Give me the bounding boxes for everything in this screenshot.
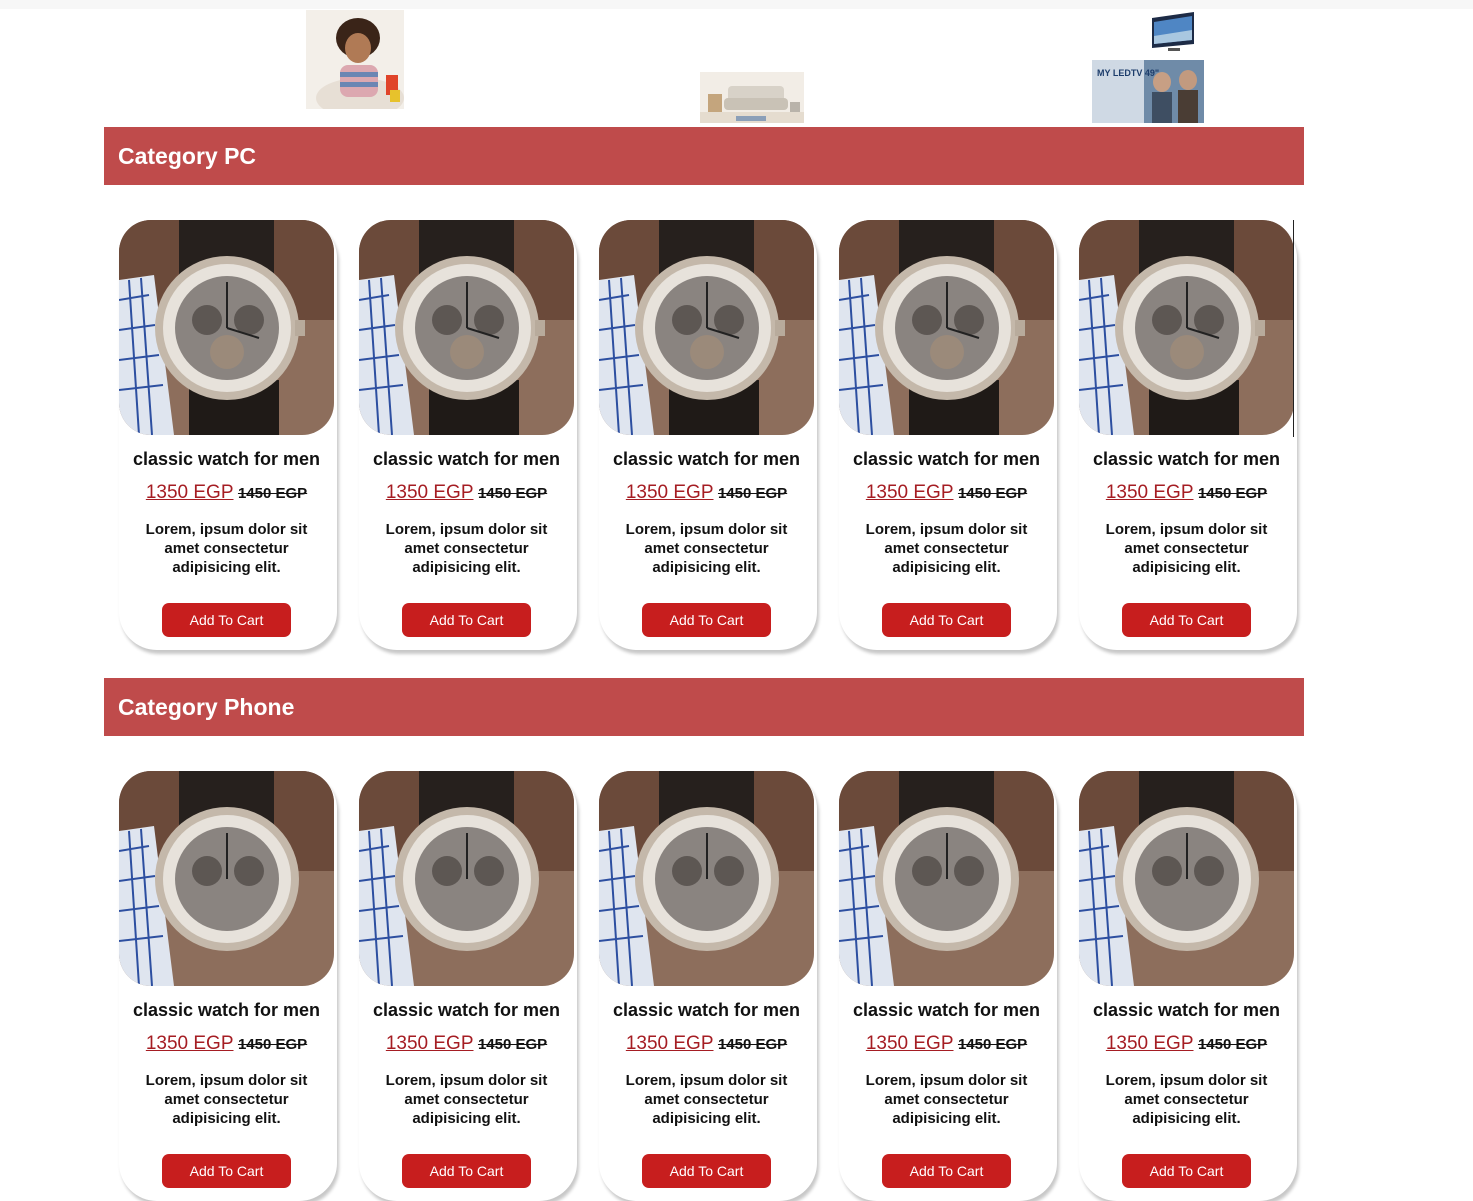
product-card: classic watch for men 1350 EGP 1450 EGP … [359,771,577,1201]
watch-image[interactable] [1079,220,1294,435]
price-current: 1350 EGP [145,1033,234,1054]
product-title: classic watch for men [852,1000,1041,1020]
product-card: classic watch for men 1350 EGP 1450 EGP … [839,220,1057,650]
product-price: 1350 EGP 1450 EGP [839,482,1054,504]
product-title: classic watch for men [1092,1000,1281,1020]
add-to-cart-button[interactable]: Add To Cart [1122,1154,1251,1188]
price-old: 1450 EGP [1197,485,1268,502]
add-to-cart-button[interactable]: Add To Cart [642,603,771,637]
product-card: classic watch for men 1350 EGP 1450 EGP … [359,220,577,650]
tv-banner[interactable] [1150,10,1196,55]
watch-image[interactable] [359,220,574,435]
price-old: 1450 EGP [717,485,788,502]
top-strip [0,0,1473,9]
product-price: 1350 EGP 1450 EGP [359,482,574,504]
price-old: 1450 EGP [237,1036,308,1053]
price-current: 1350 EGP [625,482,714,503]
add-to-cart-button[interactable]: Add To Cart [402,603,531,637]
product-card: classic watch for men 1350 EGP 1450 EGP … [1079,220,1297,650]
price-old: 1450 EGP [1197,1036,1268,1053]
product-description: Lorem, ipsum dolor sit amet consectetur … [1105,1072,1268,1127]
product-title: classic watch for men [612,449,801,469]
product-price: 1350 EGP 1450 EGP [359,1033,574,1055]
product-description: Lorem, ipsum dolor sit amet consectetur … [145,1072,308,1127]
price-current: 1350 EGP [385,1033,474,1054]
price-old: 1450 EGP [237,485,308,502]
product-description: Lorem, ipsum dolor sit amet consectetur … [385,521,548,576]
product-price: 1350 EGP 1450 EGP [119,482,334,504]
product-price: 1350 EGP 1450 EGP [1079,1033,1294,1055]
product-description: Lorem, ipsum dolor sit amet consectetur … [625,521,788,576]
product-title: classic watch for men [852,449,1041,469]
price-current: 1350 EGP [1105,1033,1194,1054]
product-description: Lorem, ipsum dolor sit amet consectetur … [145,521,308,576]
sofa-banner[interactable] [700,72,804,123]
product-card: classic watch for men 1350 EGP 1450 EGP … [599,220,817,650]
add-to-cart-button[interactable]: Add To Cart [1122,603,1251,637]
product-title: classic watch for men [372,449,561,469]
add-to-cart-button[interactable]: Add To Cart [882,1154,1011,1188]
product-title: classic watch for men [1092,449,1281,469]
product-price: 1350 EGP 1450 EGP [839,1033,1054,1055]
watch-image[interactable] [599,771,814,986]
product-description: Lorem, ipsum dolor sit amet consectetur … [385,1072,548,1127]
add-to-cart-button[interactable]: Add To Cart [162,603,291,637]
watch-image[interactable] [359,771,574,986]
price-old: 1450 EGP [957,1036,1028,1053]
watch-image[interactable] [119,771,334,986]
add-to-cart-button[interactable]: Add To Cart [162,1154,291,1188]
watch-image[interactable] [119,220,334,435]
product-card: classic watch for men 1350 EGP 1450 EGP … [839,771,1057,1201]
add-to-cart-button[interactable]: Add To Cart [402,1154,531,1188]
price-current: 1350 EGP [385,482,474,503]
price-current: 1350 EGP [865,482,954,503]
product-price: 1350 EGP 1450 EGP [599,1033,814,1055]
scroll-edge-divider [1293,220,1294,437]
product-description: Lorem, ipsum dolor sit amet consectetur … [625,1072,788,1127]
ledtv-banner[interactable]: MY LEDTV 49" [1092,60,1204,123]
price-old: 1450 EGP [477,485,548,502]
price-old: 1450 EGP [477,1036,548,1053]
product-title: classic watch for men [132,449,321,469]
product-description: Lorem, ipsum dolor sit amet consectetur … [1105,521,1268,576]
kid-banner[interactable] [306,10,404,109]
product-price: 1350 EGP 1450 EGP [599,482,814,504]
category-header-phone: Category Phone [104,678,1304,736]
product-description: Lorem, ipsum dolor sit amet consectetur … [865,521,1028,576]
watch-image[interactable] [839,771,1054,986]
ledtv-banner-text: MY LEDTV 49" [1097,68,1160,78]
tv-image [1150,10,1196,55]
product-title: classic watch for men [372,1000,561,1020]
price-current: 1350 EGP [865,1033,954,1054]
price-current: 1350 EGP [145,482,234,503]
product-price: 1350 EGP 1450 EGP [119,1033,334,1055]
product-card: classic watch for men 1350 EGP 1450 EGP … [1079,771,1297,1201]
product-card: classic watch for men 1350 EGP 1450 EGP … [119,220,337,650]
product-price: 1350 EGP 1450 EGP [1079,482,1294,504]
price-current: 1350 EGP [1105,482,1194,503]
watch-image[interactable] [1079,771,1294,986]
price-old: 1450 EGP [717,1036,788,1053]
price-current: 1350 EGP [625,1033,714,1054]
watch-image[interactable] [599,220,814,435]
price-old: 1450 EGP [957,485,1028,502]
kid-image [306,10,404,109]
watch-image[interactable] [839,220,1054,435]
sofa-image [700,72,804,123]
product-title: classic watch for men [612,1000,801,1020]
product-title: classic watch for men [132,1000,321,1020]
product-description: Lorem, ipsum dolor sit amet consectetur … [865,1072,1028,1127]
category-header-pc: Category PC [104,127,1304,185]
product-card: classic watch for men 1350 EGP 1450 EGP … [119,771,337,1201]
add-to-cart-button[interactable]: Add To Cart [882,603,1011,637]
product-card: classic watch for men 1350 EGP 1450 EGP … [599,771,817,1201]
add-to-cart-button[interactable]: Add To Cart [642,1154,771,1188]
